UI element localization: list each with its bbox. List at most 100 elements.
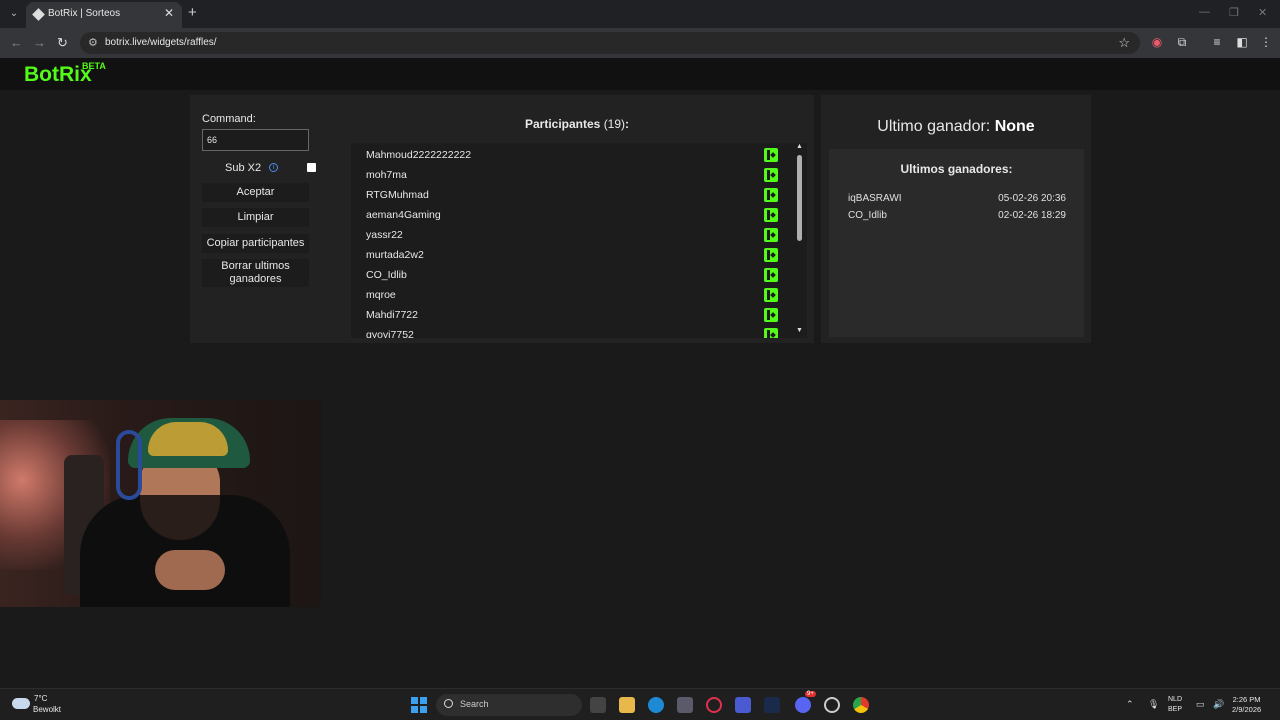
botrix-favicon-icon [32,8,45,21]
show-hidden-icons-icon[interactable]: ⌃ [1126,699,1134,710]
new-tab-icon[interactable]: + [188,4,197,21]
participant-name: aeman4Gaming [366,209,441,221]
raffle-panel: Command: Sub X2 i Aceptar Limpiar Copiar… [190,95,814,343]
beta-badge: BETA [82,61,106,71]
lang-secondary: BEP [1168,706,1183,713]
recent-winners-box: Ultimos ganadores: iqBASRAWI 05-02-26 20… [829,149,1084,337]
webcam-person-hands [155,550,225,590]
tab-close-icon[interactable]: ✕ [164,6,174,20]
scroll-up-arrow-icon[interactable]: ▲ [796,143,803,150]
app-icon[interactable] [735,697,751,713]
kick-icon [764,208,778,222]
delete-winners-button[interactable]: Borrar ultimos ganadores [202,259,309,287]
extensions-puzzle-icon[interactable]: ⧉ [1174,34,1190,50]
winner-name: iqBASRAWI [848,193,902,204]
list-item: mqroe [351,285,781,305]
maximize-icon[interactable]: ❐ [1229,6,1239,19]
command-label: Command: [202,113,256,125]
search-icon [444,699,453,708]
discord-icon[interactable] [795,697,811,713]
browser-toolbar: ← → ↻ ⚙ botrix.live/widgets/raffles/ ☆ ◉… [0,28,1280,58]
last-winner-title: Ultimo ganador: None [821,118,1091,136]
list-item: CO_Idlib [351,265,781,285]
extension-icon[interactable]: ◉ [1149,34,1165,50]
weather-temp[interactable]: 7°C [34,694,47,703]
participant-name: Mahdi7722 [366,309,418,321]
start-icon[interactable] [411,697,427,713]
clear-button[interactable]: Limpiar [202,208,309,227]
close-window-icon[interactable]: ✕ [1258,6,1267,19]
webcam-cap-pattern [148,422,228,456]
winner-name: CO_Idlib [848,210,887,221]
participant-name: murtada2w2 [366,249,424,261]
sub-x2-checkbox[interactable] [307,163,316,172]
clock-date: 2/9/2026 [1232,705,1262,714]
site-info-icon[interactable]: ⚙ [88,36,98,49]
taskbar-search[interactable]: Search [436,694,582,716]
info-icon[interactable]: i [269,163,278,172]
winner-date: 05-02-26 20:36 [998,193,1066,204]
taskbar: 7°C Bewolkt Search 9+ ⌃ 🎙 NLD BEP ▭ 🔊 2:… [0,688,1280,720]
back-icon[interactable]: ← [10,35,23,50]
kick-icon [764,168,778,182]
list-item: Mahmoud2222222222 [351,145,781,165]
copy-participants-button[interactable]: Copiar participantes [202,234,309,253]
kick-icon [764,188,778,202]
sub-x2-label: Sub X2 [225,162,262,174]
weather-desc[interactable]: Bewolkt [33,705,61,714]
microphone-icon[interactable]: 🎙 [1148,699,1159,710]
participant-name: Mahmoud2222222222 [366,149,472,161]
scroll-thumb[interactable] [797,155,802,241]
kick-icon [764,328,778,338]
list-item: moh7ma [351,165,781,185]
chrome-icon[interactable] [853,697,869,713]
app-icon[interactable] [824,697,840,713]
accept-button[interactable]: Aceptar [202,183,309,202]
url-text[interactable]: botrix.live/widgets/raffles/ [105,37,217,48]
minimize-icon[interactable]: — [1199,6,1210,18]
network-icon[interactable]: ▭ [1196,699,1205,710]
participants-label: Participantes [524,117,601,131]
command-input[interactable] [202,129,309,151]
reading-list-icon[interactable]: ≡ [1209,34,1225,50]
browser-menu-icon[interactable]: ⋮ [1258,34,1274,50]
participant-name: qyoyi7752 [366,329,414,338]
tab-search-chevron-icon[interactable]: ⌄ [6,6,22,22]
forward-icon[interactable]: → [33,35,46,50]
browser-tab-bar: ⌄ BotRix | Sorteos ✕ + — ❐ ✕ [0,0,1280,28]
kick-icon [764,288,778,302]
bookmark-star-icon[interactable]: ☆ [1118,35,1130,51]
participant-name: moh7ma [366,169,407,181]
opera-icon[interactable] [706,697,722,713]
edge-icon[interactable] [648,697,664,713]
participants-scrollbar[interactable]: ▲ ▼ [795,143,805,338]
list-item: yassr22 [351,225,781,245]
cloud-icon[interactable] [12,698,30,709]
winner-date: 02-02-26 18:29 [998,210,1066,221]
kick-icon [764,148,778,162]
file-explorer-icon[interactable] [619,697,635,713]
clock-time: 2:26 PM [1232,695,1261,704]
clock[interactable]: 2:26 PM 2/9/2026 [1232,695,1261,715]
kick-icon [764,308,778,322]
list-item: aeman4Gaming [351,205,781,225]
reload-icon[interactable]: ↻ [57,35,68,51]
browser-tab[interactable]: BotRix | Sorteos ✕ [26,2,182,28]
steam-icon[interactable] [764,697,780,713]
webcam-overlay [0,400,321,607]
kick-icon [764,248,778,262]
tab-title: BotRix | Sorteos [48,8,121,19]
participants-list[interactable]: Mahmoud2222222222 moh7ma RTGMuhmad aeman… [351,143,807,338]
profile-icon[interactable]: ◧ [1234,34,1250,50]
address-bar[interactable]: ⚙ botrix.live/widgets/raffles/ ☆ [80,32,1140,54]
scroll-down-arrow-icon[interactable]: ▼ [796,327,803,334]
store-icon[interactable] [677,697,693,713]
participants-colon: : [625,117,630,131]
list-item: Mahdi7722 [351,305,781,325]
speaker-icon[interactable]: 🔊 [1213,699,1224,710]
list-item: qyoyi7752 [351,325,781,338]
kick-icon [764,228,778,242]
language-indicator[interactable]: NLD BEP [1168,695,1182,715]
participant-name: RTGMuhmad [366,189,429,201]
task-view-icon[interactable] [590,697,606,713]
